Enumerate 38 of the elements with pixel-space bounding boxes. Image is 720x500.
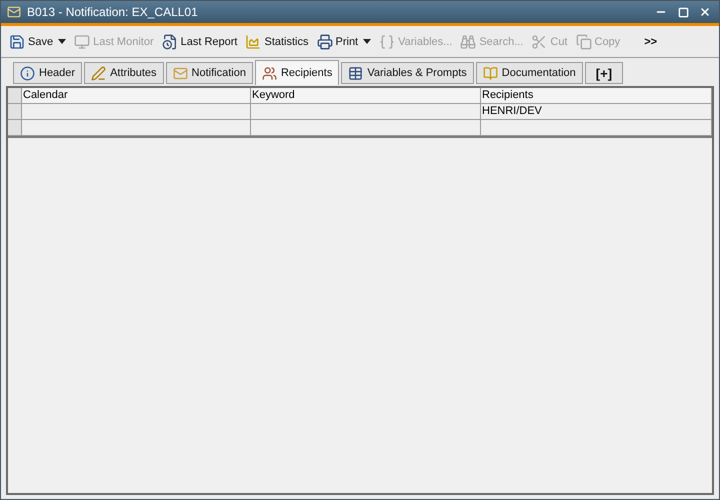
corner-header [8, 88, 22, 104]
toolbar-button[interactable]: Last Report [160, 32, 240, 52]
people-icon [262, 66, 277, 80]
caret-icon [363, 39, 372, 44]
tab[interactable]: Header [13, 62, 82, 84]
binoculars-icon [460, 34, 476, 50]
caret-icon [58, 39, 66, 44]
dropdown-button[interactable]: Save [7, 32, 68, 52]
table-cell: HENRI/DEV [481, 104, 712, 120]
window-title: B013 - Notification: EX_CALL01 [27, 5, 199, 19]
tab[interactable]: Documentation [476, 62, 583, 84]
tab[interactable]: Attributes [84, 62, 164, 84]
column-header[interactable]: Calendar [22, 88, 251, 104]
table-icon [348, 66, 364, 80]
monitor-icon [74, 34, 90, 50]
tab[interactable]: [+] [584, 62, 624, 84]
report-clock-icon [162, 34, 178, 50]
dropdown-button[interactable]: Print [314, 32, 374, 52]
toolbar-button[interactable]: Statistics [243, 32, 310, 52]
tab[interactable]: Variables & Prompts [341, 62, 474, 84]
close-icon [699, 6, 711, 18]
printer-icon [316, 34, 332, 50]
info-icon [20, 66, 35, 80]
pen-icon [91, 66, 106, 80]
tab[interactable]: Recipients [254, 60, 340, 85]
area-chart-icon [245, 34, 262, 50]
scissors-icon [531, 34, 548, 50]
envelope-icon [172, 66, 188, 80]
overflow-button[interactable]: >> [642, 34, 660, 50]
braces-icon [379, 34, 396, 50]
save-icon [9, 34, 25, 50]
column-header[interactable]: Keyword [251, 88, 481, 104]
tab[interactable]: Notification [166, 62, 253, 84]
envelope-icon [7, 5, 21, 19]
maximize-icon [678, 6, 688, 18]
copy-icon [576, 34, 592, 50]
column-header[interactable]: Recipients [481, 88, 712, 104]
book-icon [482, 66, 498, 80]
